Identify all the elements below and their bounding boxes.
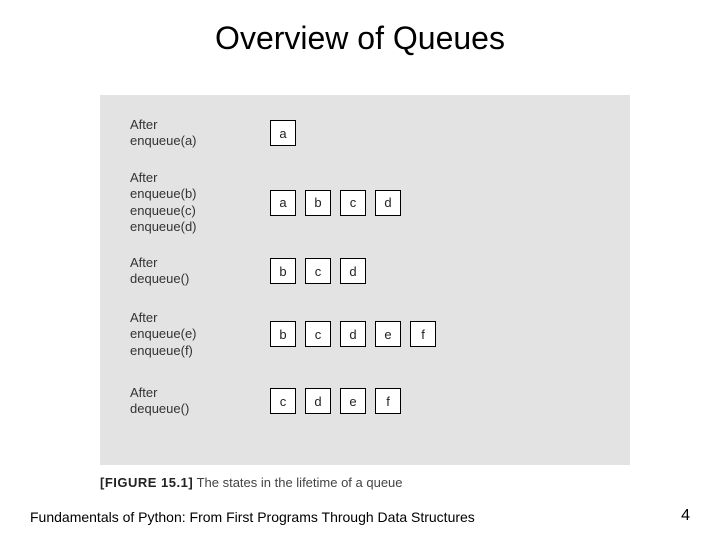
- figure-panel: Afterenqueue(a)aAfterenqueue(b)enqueue(c…: [100, 95, 630, 465]
- queue-cell: b: [305, 190, 331, 216]
- figure-caption-text: The states in the lifetime of a queue: [193, 475, 402, 490]
- page-number: 4: [681, 507, 690, 525]
- row-label-line: enqueue(a): [130, 133, 197, 149]
- row-label-line: After: [130, 117, 197, 133]
- row-label-line: After: [130, 385, 189, 401]
- row-labels: Afterenqueue(a): [130, 117, 197, 150]
- footer-text: Fundamentals of Python: From First Progr…: [30, 509, 475, 525]
- queue-boxes: a: [270, 120, 296, 146]
- row-label-line: After: [130, 255, 189, 271]
- row-label-line: After: [130, 310, 197, 326]
- queue-cell: c: [305, 321, 331, 347]
- row-label-line: enqueue(f): [130, 343, 197, 359]
- row-label-line: After: [130, 170, 197, 186]
- queue-cell: f: [410, 321, 436, 347]
- slide-title: Overview of Queues: [0, 0, 720, 57]
- figure-caption: [FIGURE 15.1] The states in the lifetime…: [100, 475, 403, 490]
- queue-cell: c: [340, 190, 366, 216]
- queue-boxes: bcdef: [270, 321, 436, 347]
- queue-cell: b: [270, 321, 296, 347]
- row-labels: Afterenqueue(b)enqueue(c)enqueue(d): [130, 170, 197, 235]
- slide: Overview of Queues Afterenqueue(a)aAfter…: [0, 0, 720, 540]
- queue-boxes: abcd: [270, 190, 401, 216]
- queue-cell: c: [270, 388, 296, 414]
- queue-cell: d: [340, 321, 366, 347]
- queue-cell: e: [340, 388, 366, 414]
- row-labels: Afterdequeue(): [130, 255, 189, 288]
- row-label-line: enqueue(d): [130, 219, 197, 235]
- row-label-line: dequeue(): [130, 271, 189, 287]
- row-labels: Afterdequeue(): [130, 385, 189, 418]
- row-labels: Afterenqueue(e)enqueue(f): [130, 310, 197, 359]
- row-label-line: dequeue(): [130, 401, 189, 417]
- queue-cell: d: [340, 258, 366, 284]
- row-label-line: enqueue(b): [130, 186, 197, 202]
- queue-cell: d: [375, 190, 401, 216]
- queue-cell: b: [270, 258, 296, 284]
- queue-cell: a: [270, 190, 296, 216]
- queue-cell: e: [375, 321, 401, 347]
- row-label-line: enqueue(c): [130, 203, 197, 219]
- queue-cell: f: [375, 388, 401, 414]
- queue-boxes: cdef: [270, 388, 401, 414]
- queue-cell: c: [305, 258, 331, 284]
- queue-cell: d: [305, 388, 331, 414]
- queue-cell: a: [270, 120, 296, 146]
- queue-boxes: bcd: [270, 258, 366, 284]
- row-label-line: enqueue(e): [130, 326, 197, 342]
- figure-number: [FIGURE 15.1]: [100, 475, 193, 490]
